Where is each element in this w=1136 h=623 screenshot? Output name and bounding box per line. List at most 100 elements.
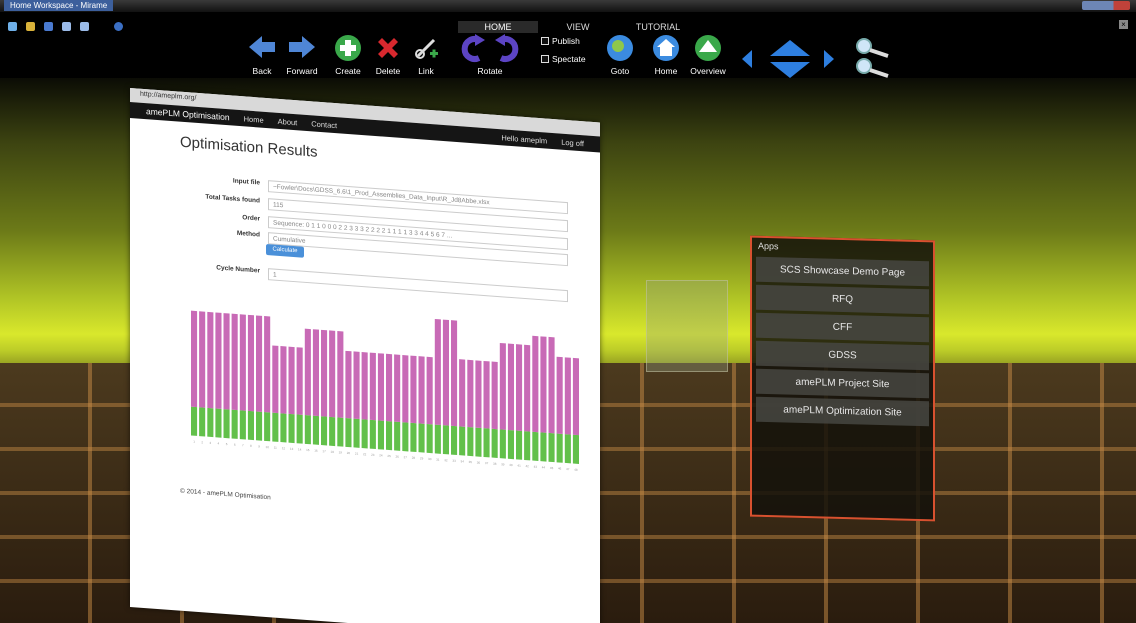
bar-segment	[491, 361, 498, 430]
app-item-gdss[interactable]: GDSS	[756, 340, 929, 371]
x-tick-label: 32	[444, 458, 448, 462]
forward-button[interactable]: Forward	[280, 34, 324, 82]
x-tick-label: 7	[242, 443, 244, 447]
bar-segment	[524, 431, 531, 461]
bar-segment	[272, 345, 279, 414]
create-button[interactable]: Create	[326, 34, 370, 82]
spectate-checkbox[interactable]: Spectate	[541, 54, 586, 64]
bar-segment	[272, 412, 279, 442]
tab-tutorial[interactable]: TUTORIAL	[618, 21, 698, 33]
app-item-cff[interactable]: CFF	[756, 312, 929, 343]
tab-home[interactable]: HOME	[458, 21, 538, 33]
app-item-ameplm-project[interactable]: amePLM Project Site	[756, 368, 929, 399]
zoom-in-icon[interactable]	[856, 38, 889, 58]
nav-contact[interactable]: Contact	[311, 119, 337, 130]
bar-segment	[442, 319, 449, 426]
x-tick-label: 26	[396, 455, 400, 459]
results-chart: 1 2 3 4 5 6 7 8 9 10 11 12 13 14 15 16 17 18 19 20 21 22 23 24 2…	[191, 310, 579, 472]
bar-segment	[256, 315, 263, 412]
app-item-rfq[interactable]: RFQ	[756, 284, 929, 315]
bar-segment	[499, 429, 506, 459]
site-brand[interactable]: amePLM Optimisation	[146, 106, 230, 122]
x-tick-label: 35	[469, 460, 473, 464]
x-tick-label: 34	[461, 459, 465, 463]
nav-hello-user[interactable]: Hello ameplm	[501, 133, 547, 145]
apps-panel[interactable]: Apps SCS Showcase Demo Page RFQ CFF GDSS…	[750, 235, 935, 522]
rotate-label: Rotate	[477, 66, 503, 76]
close-icon[interactable]: ×	[1119, 20, 1128, 29]
bar-segment	[402, 354, 409, 423]
bar-segment	[329, 416, 336, 447]
bar-segment	[377, 353, 384, 421]
app-item-scs-showcase[interactable]: SCS Showcase Demo Page	[756, 256, 929, 287]
nav-log-off[interactable]: Log off	[561, 137, 584, 148]
x-tick-label: 41	[517, 463, 521, 467]
globe-icon[interactable]	[114, 22, 123, 31]
bar-segment	[223, 409, 230, 439]
bar-segment	[288, 413, 295, 444]
open-folder-icon[interactable]	[26, 22, 35, 31]
app-item-ameplm-optimization[interactable]: amePLM Optimization Site	[756, 396, 929, 427]
x-tick-label: 39	[501, 462, 505, 466]
bar-segment	[361, 352, 368, 420]
browser-panel[interactable]: http://ameplm.org/ amePLM Optimisation H…	[130, 88, 600, 623]
transparent-panel[interactable]	[646, 280, 728, 372]
window-controls[interactable]	[1082, 1, 1130, 10]
rotate-button[interactable]: Rotate	[454, 34, 526, 82]
bar-segment	[556, 356, 563, 434]
zoom-controls[interactable]	[852, 36, 894, 80]
save-icon[interactable]	[44, 22, 53, 31]
bar-segment	[516, 344, 523, 431]
goto-button[interactable]: Goto	[598, 34, 642, 82]
x-tick-label: 10	[266, 445, 270, 449]
back-label: Back	[252, 66, 272, 76]
spectate-box[interactable]	[541, 55, 549, 63]
cycle-label: Cycle Number	[216, 264, 260, 275]
bar-segment	[223, 313, 230, 410]
spectate-label: Spectate	[552, 54, 586, 64]
pan-left-icon[interactable]	[742, 50, 752, 68]
home-button[interactable]: Home	[644, 34, 688, 82]
undo-icon[interactable]	[62, 22, 71, 31]
bar-segment	[353, 418, 360, 448]
bar-segment	[483, 360, 490, 429]
bar-segment	[191, 310, 198, 408]
bar-segment	[321, 416, 328, 446]
redo-icon[interactable]	[80, 22, 89, 31]
bar-segment	[321, 329, 328, 417]
overview-button[interactable]: Overview	[686, 34, 730, 82]
link-label: Link	[418, 66, 434, 76]
bar-segment	[369, 419, 376, 450]
calculate-button[interactable]: Calculate	[266, 243, 304, 258]
pan-up-icon[interactable]	[770, 40, 810, 56]
bar-segment	[256, 411, 263, 441]
back-button[interactable]: Back	[240, 34, 284, 82]
bar-segment	[475, 360, 482, 429]
link-button[interactable]: Link	[404, 34, 448, 82]
nav-home[interactable]: Home	[244, 114, 264, 124]
publish-box[interactable]	[541, 37, 549, 45]
publish-checkbox[interactable]: Publish	[541, 36, 580, 46]
3d-viewport[interactable]: Apps SCS Showcase Demo Page RFQ CFF GDSS…	[0, 78, 1136, 623]
bar-segment	[516, 430, 523, 460]
x-tick-label: 29	[420, 456, 424, 460]
camera-pan-controls[interactable]	[738, 38, 838, 80]
new-file-icon[interactable]	[8, 22, 17, 31]
bar-segment	[491, 428, 498, 459]
bar-segment	[564, 434, 571, 464]
bar-segment	[475, 427, 482, 457]
bar-segment	[280, 346, 287, 414]
x-tick-label: 21	[355, 452, 359, 456]
pan-right-icon[interactable]	[824, 50, 834, 68]
x-tick-label: 9	[258, 444, 260, 448]
nav-about[interactable]: About	[278, 116, 298, 126]
globe-goto-icon	[607, 35, 633, 61]
bar-segment	[426, 356, 433, 425]
pan-down-icon[interactable]	[770, 62, 810, 78]
bar-segment	[304, 328, 311, 416]
home-icon	[653, 35, 679, 61]
x-tick-label: 15	[306, 448, 310, 452]
tab-view[interactable]: VIEW	[538, 21, 618, 33]
bar-segment	[312, 415, 320, 445]
zoom-out-icon[interactable]	[856, 58, 889, 78]
